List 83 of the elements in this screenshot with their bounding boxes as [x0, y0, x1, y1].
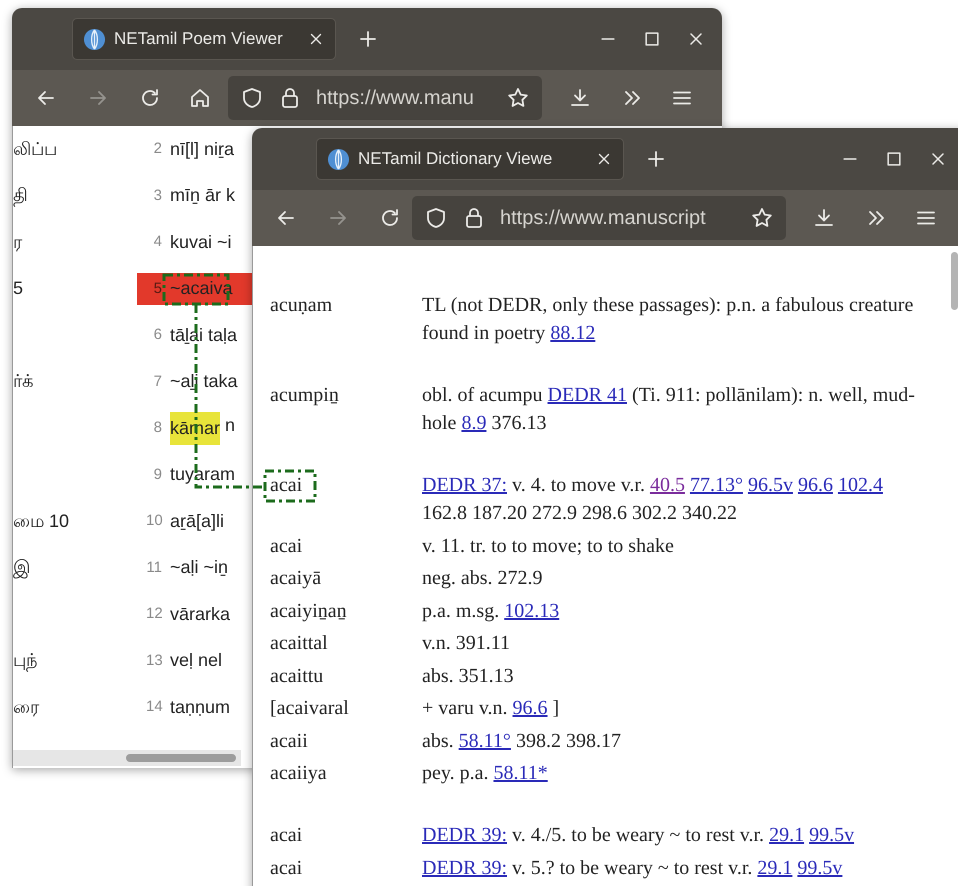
reference-link[interactable]: DEDR 39:: [422, 824, 507, 846]
line-number: 10: [146, 511, 162, 531]
reference-link[interactable]: 40.5: [650, 474, 685, 496]
line-number: 11: [146, 558, 162, 578]
line-number: 12: [146, 604, 162, 624]
reference-link[interactable]: 96.6: [798, 474, 833, 496]
reference-link[interactable]: 58.11°: [458, 730, 511, 752]
definition-text: v. 11. tr. to to move; to to shake: [422, 534, 675, 558]
line-number: 7: [152, 372, 162, 392]
tamil-text: ர்க்: [13, 370, 35, 394]
headword: acaittal: [270, 632, 328, 654]
verse-text: tuyaram: [170, 463, 236, 486]
line-number: 14: [146, 697, 162, 717]
definition-text: DEDR 39: v. 4./5. to be weary ~ to rest v.r. 29.1 99.5v: [422, 823, 856, 848]
line-number: 6: [152, 325, 162, 345]
verse-text: veḷ nel: [170, 649, 222, 672]
reference-link[interactable]: 96.5v: [748, 474, 793, 496]
verse-text: aṟā[a]li: [170, 510, 224, 533]
definition-text: + varu v.n. 96.6 ]: [422, 696, 560, 721]
headword: acai: [270, 856, 302, 878]
verse-text: nī[l] niṟa: [170, 138, 234, 161]
definition-text: obl. of acumpu DEDR 41 (Ti. 911: pollānilam): n. well, mud-hole 8.9 376.13: [422, 383, 916, 436]
reference-link[interactable]: 29.1: [757, 856, 792, 878]
browser-tab[interactable]: NETamil Dictionary Viewe: [316, 138, 624, 180]
tamil-text: லிப்ப: [13, 138, 58, 161]
verse-text: kuvai ~i: [170, 230, 232, 254]
tamil-text: தி: [13, 184, 29, 209]
address-bar[interactable]: https://www.manu: [228, 76, 542, 120]
definition-text: DEDR 39: v. 5.? to be weary ~ to rest v.r. 29.1 99.5v: [422, 856, 844, 880]
verse-text: n: [224, 414, 236, 437]
definition-text: abs. 58.11° 398.2 398.17: [422, 728, 622, 754]
reference-link[interactable]: 8.9: [461, 412, 486, 434]
headword: acaiyā: [270, 567, 322, 589]
line-number: 13: [146, 650, 162, 670]
reference-link[interactable]: 77.13°: [690, 474, 743, 496]
headword: acaittu: [270, 664, 324, 686]
reference-link[interactable]: 96.6: [512, 697, 548, 719]
tamil-text: புந்: [13, 649, 39, 674]
line-number: 9: [152, 464, 162, 484]
reference-link[interactable]: 58.11*: [493, 762, 548, 784]
url-text: https://www.manuscript: [500, 206, 707, 231]
line-number: 2: [152, 139, 162, 159]
headword: acaiyiṉaṉ: [270, 600, 347, 622]
verse-text: taṇṇum: [170, 696, 230, 719]
browser-tab[interactable]: NETamil Poem Viewer: [72, 18, 336, 60]
url-text: https://www.manu: [316, 86, 475, 111]
headword: [acaivaral: [270, 697, 349, 719]
reference-link[interactable]: 102.13: [504, 600, 560, 622]
line-number: 8: [152, 418, 162, 438]
address-bar[interactable]: https://www.manuscript: [412, 196, 786, 240]
tamil-text: மை 10: [13, 510, 70, 533]
headword: acai: [270, 824, 302, 846]
line-number: 3: [152, 186, 162, 206]
tamil-text: ர: [13, 230, 24, 254]
reference-link[interactable]: 99.5v: [797, 856, 842, 878]
verse-text: ~acaiva: [170, 277, 233, 300]
line-number: 4: [152, 232, 162, 252]
headword: acumpiṉ: [270, 384, 339, 406]
definition-text: neg. abs. 272.9: [422, 566, 544, 591]
headword: acaiiya: [270, 762, 327, 784]
reference-link[interactable]: 102.4: [838, 474, 883, 496]
verse-text: mīṉ ār k: [170, 184, 236, 208]
reference-link[interactable]: DEDR 41: [548, 384, 627, 406]
definition-text: v.n. 391.11: [422, 631, 511, 656]
verse-text: ~aḷi ~iṉ: [170, 556, 228, 580]
definition-text: p.a. m.sg. 102.13: [422, 598, 560, 624]
headword: acai: [270, 474, 302, 496]
reference-link[interactable]: 99.5v: [809, 824, 854, 846]
definition-text: pey. p.a. 58.11*: [422, 761, 549, 786]
headword: acaii: [270, 730, 308, 752]
reference-link[interactable]: DEDR 37:: [422, 474, 507, 496]
reference-link[interactable]: 29.1: [769, 824, 804, 846]
tamil-text: இ: [13, 556, 32, 580]
tamil-text: 5: [13, 277, 24, 300]
headword: acuṇam: [270, 294, 332, 316]
tamil-text: ரை: [13, 696, 40, 719]
definition-text: abs. 351.13: [422, 664, 515, 688]
line-number: 5: [152, 278, 162, 298]
reference-link[interactable]: 88.12: [550, 322, 596, 344]
verse-text: vārarka: [170, 602, 230, 626]
headword: acai: [270, 534, 302, 556]
reference-link[interactable]: DEDR 39:: [422, 856, 507, 878]
definition-text: TL (not DEDR, only these passages): p.n. a fabulous creature found in poetry 88.12: [422, 293, 914, 346]
